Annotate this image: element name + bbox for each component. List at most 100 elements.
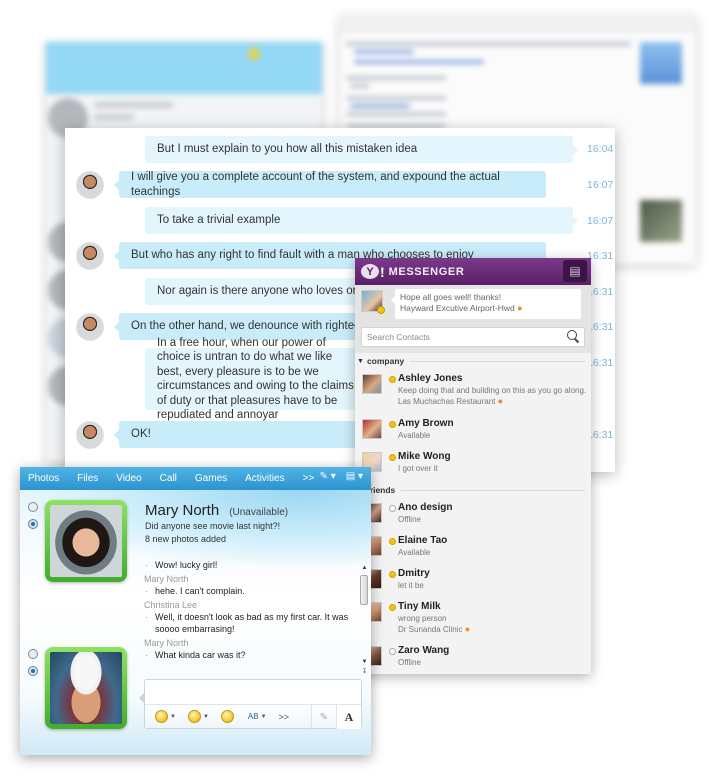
contact-picture: [640, 42, 682, 84]
search-contacts-input[interactable]: Search Contacts: [361, 327, 585, 347]
group-header-friends[interactable]: ▼ friends: [355, 483, 591, 497]
online-status-icon: [389, 604, 396, 611]
conversation-scrollbar[interactable]: ▲ ▼ ↧: [360, 563, 369, 675]
message-sender: Mary North: [144, 574, 189, 584]
contact-name: Ashley Jones: [398, 373, 463, 384]
my-display-picture[interactable]: [45, 647, 127, 729]
contact-name: Zaro Wang: [398, 645, 450, 656]
message-sender: Christina Lee: [144, 600, 198, 610]
more-options-button[interactable]: >>: [279, 712, 290, 722]
message-text: But I must explain to you how all this m…: [157, 143, 418, 156]
paintbrush-icon[interactable]: ✎ ▾: [320, 471, 336, 482]
contact-status-message: let it be: [398, 581, 424, 590]
message-bubble-outgoing: To take a trivial example: [145, 207, 578, 234]
contact-item[interactable]: Tiny Milk wrong person Dr Sunanda Clinic…: [355, 600, 591, 644]
scroll-bottom-arrow-icon[interactable]: ↧: [360, 667, 369, 677]
emoticon-icon[interactable]: [155, 710, 168, 723]
toolbar-photos[interactable]: Photos: [28, 473, 59, 484]
yahoo-logo-icon: Y: [361, 264, 379, 279]
webcam-icon[interactable]: [28, 519, 38, 529]
font-button[interactable]: A: [336, 705, 361, 729]
activity-link[interactable]: 8 new photos added: [145, 534, 226, 544]
nudge-icon[interactable]: [220, 710, 234, 723]
contact-status-message: I got over it: [398, 464, 438, 473]
contact-item[interactable]: Elaine Tao Available: [355, 534, 591, 567]
message-line: Wow! lucky girl!: [144, 559, 356, 571]
handwriting-icon[interactable]: ✎: [311, 705, 336, 729]
yahoo-logo-bang: !: [380, 263, 385, 280]
group-name: company: [366, 356, 405, 366]
scroll-up-arrow-icon[interactable]: ▲: [360, 563, 369, 573]
contact-avatar: [362, 374, 382, 394]
group-header-company[interactable]: ▼ company: [355, 354, 591, 368]
message-text: I will give you a complete account of th…: [131, 171, 500, 198]
chevron-down-icon[interactable]: ▼: [170, 714, 176, 720]
search-placeholder: Search Contacts: [367, 332, 430, 342]
text-style-icon[interactable]: AB: [248, 712, 259, 721]
conversations-button[interactable]: ▤: [563, 260, 587, 282]
hide-picture-icon[interactable]: [28, 502, 38, 512]
chevron-down-icon[interactable]: ▼: [261, 714, 267, 720]
contact-name: Ano design: [398, 502, 453, 513]
message-line: hehe. I can't complain.: [144, 585, 356, 597]
contact-name: Mike Wong: [398, 451, 451, 462]
search-icon[interactable]: [567, 330, 579, 344]
contact-status-message: Available: [398, 548, 431, 557]
message-timestamp: 16:07: [587, 179, 614, 191]
message-timestamp: 16:07: [587, 215, 614, 227]
online-status-icon: [377, 306, 385, 314]
contact-status-message: wrong person: [398, 614, 447, 623]
scrollbar-thumb[interactable]: [360, 575, 368, 605]
app-title: MESSENGER: [388, 265, 465, 278]
contact-location: Las Muchachas Restaurant: [398, 397, 496, 406]
hide-picture-icon[interactable]: [28, 649, 38, 659]
group-name: friends: [366, 485, 396, 495]
toolbar-more[interactable]: >>: [303, 473, 315, 484]
collapse-triangle-icon[interactable]: ▼: [357, 358, 364, 365]
wink-icon[interactable]: [187, 710, 201, 723]
status-location: Hayward Excutive Airport-Hwd: [400, 303, 515, 313]
status-message-box[interactable]: Hope all goes well! thanks! Hayward Excu…: [391, 289, 581, 319]
chevron-down-icon[interactable]: ▼: [203, 714, 209, 720]
toolbar-activities[interactable]: Activities: [245, 473, 284, 484]
contact-item[interactable]: Mike Wong I got over it: [355, 450, 591, 483]
contact-item[interactable]: Dmitry let it be: [355, 567, 591, 600]
toolbar-games[interactable]: Games: [195, 473, 227, 484]
contact-name: Elaine Tao: [398, 535, 448, 546]
message-text: To take a trivial example: [157, 214, 281, 227]
contact-item[interactable]: Ano design Offline: [355, 501, 591, 534]
message-text: In a free hour, when our power of choice…: [157, 336, 354, 422]
contact-avatar: [76, 171, 104, 199]
contact-status-message: Available: [398, 431, 431, 440]
contact-display-picture[interactable]: [45, 500, 127, 582]
toolbar-files[interactable]: Files: [77, 473, 98, 484]
message-bubble-outgoing: But I must explain to you how all this m…: [145, 136, 578, 163]
webcam-icon[interactable]: [28, 666, 38, 676]
yahoo-messenger-header: Y ! MESSENGER ▤: [355, 258, 591, 285]
contact-name: Amy Brown: [398, 418, 454, 429]
contact-item[interactable]: Ashley Jones Keep doing that and buildin…: [355, 372, 591, 417]
contact-name: Mary North: [145, 502, 220, 519]
location-pin-icon: ●: [497, 396, 504, 406]
contact-item[interactable]: Amy Brown Available: [355, 417, 591, 450]
chat-bubbles-icon: ▤: [569, 264, 581, 278]
menu-icon[interactable]: ▤ ▾: [346, 471, 363, 482]
toolbar-video[interactable]: Video: [116, 473, 141, 484]
toolbar-call[interactable]: Call: [160, 473, 177, 484]
contact-name: Tiny Milk: [398, 601, 441, 612]
contact-avatar: [76, 313, 104, 341]
conversation-toolbar: Photos Files Video Call Games Activities…: [20, 467, 371, 490]
personal-message: Did anyone see movie last night?!: [145, 521, 281, 531]
offline-status-icon: [389, 505, 396, 512]
my-status-area[interactable]: Hope all goes well! thanks! Hayward Excu…: [355, 285, 591, 323]
contact-avatar: [76, 421, 104, 449]
message-input[interactable]: ▼ ▼ AB ▼ >> ✎ A: [139, 679, 362, 729]
status-message: Hope all goes well! thanks!: [400, 292, 502, 302]
live-messenger-window: Photos Files Video Call Games Activities…: [20, 467, 371, 755]
contact-picture: [640, 200, 682, 242]
online-status-icon: [389, 538, 396, 545]
online-status-icon: [389, 376, 396, 383]
scroll-down-arrow-icon[interactable]: ▼: [360, 657, 369, 667]
contact-item[interactable]: Zaro Wang Offline: [355, 644, 591, 674]
message-sender: Mary North: [144, 638, 189, 648]
